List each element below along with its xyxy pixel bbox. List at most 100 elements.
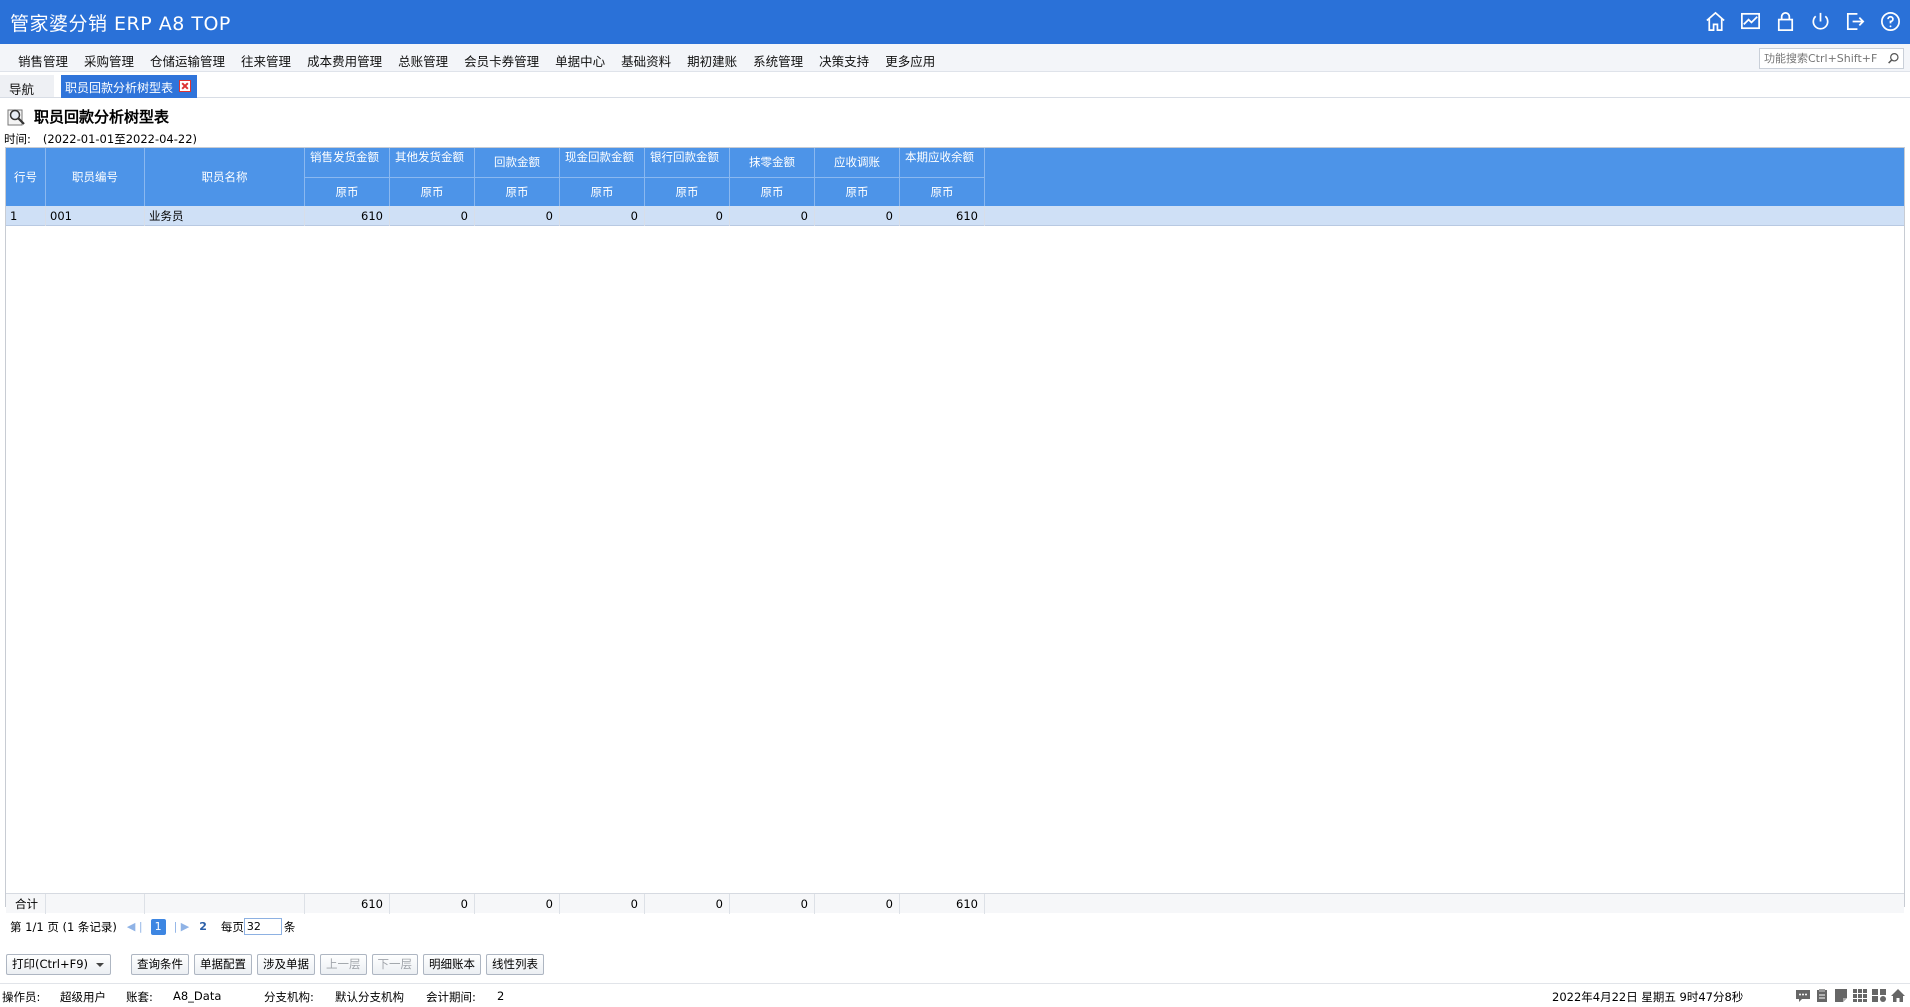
search-icon[interactable] [1887, 52, 1900, 65]
header-sales[interactable]: 销售发货金额 [305, 148, 390, 178]
next-page-icon[interactable]: | ▶ [174, 920, 190, 933]
period-label: 会计期间: [426, 990, 476, 1004]
menu-item-opening[interactable]: 期初建账 [679, 51, 745, 70]
menu-item-cost[interactable]: 成本费用管理 [299, 51, 390, 70]
header-code[interactable]: 职员编号 [46, 148, 145, 206]
header-rownum[interactable]: 行号 [6, 148, 46, 206]
tab-report-label: 职员回款分析树型表 [65, 81, 174, 95]
pager: 第 1/1 页 (1 条记录) ◀ | 1 | ▶ 2 每页 条 [10, 918, 295, 935]
clipboard-icon[interactable] [1814, 988, 1830, 1003]
tab-navigation[interactable]: 导航 [0, 75, 54, 97]
chevron-down-icon[interactable] [96, 963, 105, 967]
level-down-button[interactable]: 下一层 [371, 954, 419, 975]
cell-refund: 0 [475, 206, 560, 226]
title-icons [1704, 10, 1902, 33]
time-range: 时间: (2022-01-01至2022-04-22) [4, 131, 197, 147]
logout-icon[interactable] [1844, 10, 1867, 33]
total-wipe: 0 [730, 894, 815, 914]
total-sales: 610 [305, 894, 390, 914]
menu-item-system[interactable]: 系统管理 [745, 51, 811, 70]
account-value: A8_Data [173, 989, 222, 1003]
message-icon[interactable] [1795, 988, 1811, 1003]
menu-item-basic-data[interactable]: 基础资料 [613, 51, 679, 70]
menu-item-sales[interactable]: 销售管理 [10, 51, 76, 70]
total-adjust: 0 [815, 894, 900, 914]
menu-bar: 销售管理 采购管理 仓储运输管理 往来管理 成本费用管理 总账管理 会员卡券管理… [0, 44, 1910, 72]
total-other: 0 [390, 894, 475, 914]
cell-adjust: 0 [815, 206, 900, 226]
page-current[interactable]: 1 [150, 918, 166, 935]
cell-sales: 610 [305, 206, 390, 226]
header-bank[interactable]: 银行回款金额 [645, 148, 730, 178]
status-bar: 操作员: 超级用户 账套: A8_Data 分支机构: 默认分支机构 会计期间:… [0, 983, 1910, 1007]
apps-icon[interactable] [1871, 988, 1887, 1003]
header-name[interactable]: 职员名称 [145, 148, 305, 206]
header-adjust[interactable]: 应收调账 [815, 148, 900, 178]
cell-name: 业务员 [145, 206, 305, 226]
prev-page-icon[interactable]: ◀ | [127, 920, 143, 933]
header-wipe-sub: 原币 [730, 178, 815, 206]
print-button[interactable]: 打印(Ctrl+F9) [6, 954, 112, 975]
menu-item-member[interactable]: 会员卡券管理 [456, 51, 547, 70]
title-bar: 管家婆分销 ERP A8 TOP [0, 0, 1910, 44]
header-refund-sub: 原币 [475, 178, 560, 206]
header-balance[interactable]: 本期应收余额 [900, 148, 985, 178]
cell-rownum: 1 [6, 206, 46, 226]
config-button[interactable]: 单据配置 [194, 954, 253, 975]
header-wipe[interactable]: 抹零金额 [730, 148, 815, 178]
header-bank-sub: 原币 [645, 178, 730, 206]
menu-item-decision[interactable]: 决策支持 [811, 51, 877, 70]
note-icon[interactable] [1833, 988, 1849, 1003]
menu-item-more[interactable]: 更多应用 [877, 51, 943, 70]
total-label: 合计 [6, 894, 46, 914]
magnifier-report-icon [7, 109, 25, 125]
datetime: 2022年4月22日 星期五 9时47分8秒 [1552, 990, 1744, 1004]
detail-ledger-button[interactable]: 明细账本 [423, 954, 482, 975]
header-sales-sub: 原币 [305, 178, 390, 206]
function-search [1759, 48, 1904, 69]
menu-item-purchase[interactable]: 采购管理 [76, 51, 142, 70]
related-docs-button[interactable]: 涉及单据 [257, 954, 316, 975]
cell-balance: 610 [900, 206, 985, 226]
cell-cash: 0 [560, 206, 645, 226]
function-search-input[interactable] [1760, 49, 1878, 68]
account-label: 账套: [126, 990, 153, 1004]
chart-icon[interactable] [1739, 10, 1762, 33]
level-up-button[interactable]: 上一层 [320, 954, 367, 975]
menu-item-accounts[interactable]: 往来管理 [233, 51, 299, 70]
report-header: 职员回款分析树型表 [6, 106, 169, 127]
tab-report[interactable]: 职员回款分析树型表 [61, 75, 197, 98]
home-icon[interactable] [1704, 10, 1727, 33]
linear-list-button[interactable]: 线性列表 [486, 954, 545, 975]
tab-bar: 导航 职员回款分析树型表 [0, 72, 1910, 98]
query-button[interactable]: 查询条件 [131, 954, 190, 975]
grid-icon[interactable] [1852, 988, 1868, 1003]
page-info: 第 1/1 页 (1 条记录) [10, 919, 117, 934]
header-cash[interactable]: 现金回款金额 [560, 148, 645, 178]
total-balance: 610 [900, 894, 985, 914]
close-icon[interactable] [179, 80, 191, 92]
time-label: 时间: [4, 132, 31, 146]
status-icons [1795, 988, 1906, 1003]
header-adjust-sub: 原币 [815, 178, 900, 206]
lock-icon[interactable] [1774, 10, 1797, 33]
home-icon[interactable] [1890, 988, 1906, 1003]
menu-item-documents[interactable]: 单据中心 [547, 51, 613, 70]
total-bank: 0 [645, 894, 730, 914]
menu-item-ledger[interactable]: 总账管理 [390, 51, 456, 70]
operator-label: 操作员: [2, 990, 41, 1004]
bottom-toolbar: 打印(Ctrl+F9) 查询条件 单据配置 涉及单据 上一层 下一层 明细账本 … [6, 954, 549, 975]
page-two[interactable]: 2 [199, 920, 207, 933]
header-other[interactable]: 其他发货金额 [390, 148, 475, 178]
menu-item-warehouse[interactable]: 仓储运输管理 [142, 51, 233, 70]
grid-header: 行号 职员编号 职员名称 销售发货金额 其他发货金额 回款金额 现金回款金额 银… [6, 148, 1904, 206]
table-row[interactable]: 1 001 业务员 610 0 0 0 0 0 0 610 [6, 206, 1904, 226]
total-name-blank [145, 894, 305, 914]
cell-bank: 0 [645, 206, 730, 226]
cell-other: 0 [390, 206, 475, 226]
power-icon[interactable] [1809, 10, 1832, 33]
per-page-input[interactable] [243, 918, 282, 935]
header-balance-sub: 原币 [900, 178, 985, 206]
header-refund[interactable]: 回款金额 [475, 148, 560, 178]
help-icon[interactable] [1879, 10, 1902, 33]
